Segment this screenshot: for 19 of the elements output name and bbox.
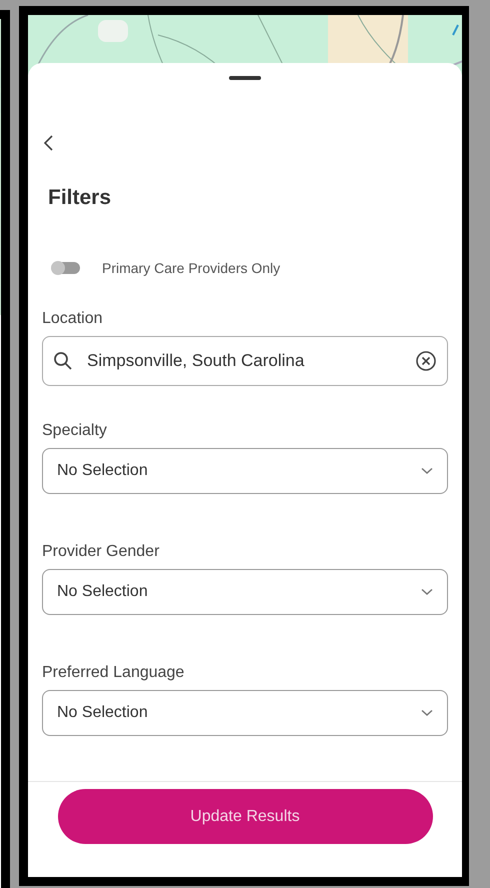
dropdown[interactable]: No Selection <box>42 690 448 736</box>
field-label: Preferred Language <box>42 664 186 682</box>
page-title: Filters <box>48 186 112 210</box>
toggle-switch[interactable] <box>52 262 80 274</box>
field-label: Location <box>42 310 104 328</box>
update-results-button[interactable]: Update Results <box>58 789 432 844</box>
toggle-label: Primary Care Providers Only <box>102 260 280 276</box>
chevron-down-icon <box>421 588 433 596</box>
chevron-down-icon <box>421 709 433 717</box>
dropdown[interactable]: No Selection <box>42 448 448 494</box>
search-icon <box>53 351 73 371</box>
field-label: Specialty <box>42 422 108 440</box>
chevron-down-icon <box>421 467 433 475</box>
dropdown[interactable]: No Selection <box>42 569 448 615</box>
clear-icon[interactable] <box>415 350 437 372</box>
location-field[interactable]: Simpsonville, South Carolina <box>42 336 448 386</box>
drag-handle[interactable] <box>229 76 261 80</box>
back-icon[interactable] <box>42 134 54 152</box>
field-label: Provider Gender <box>42 543 160 561</box>
